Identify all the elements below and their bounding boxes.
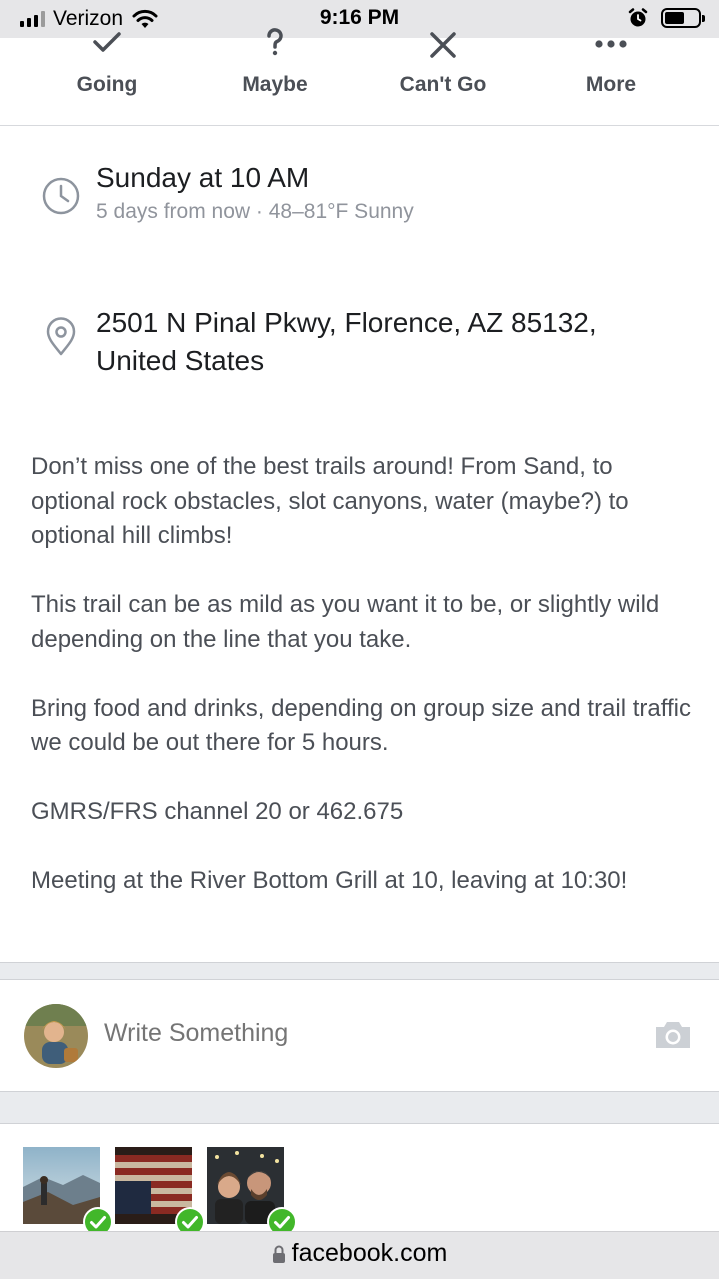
description-paragraph: Meeting at the River Bottom Grill at 10,… xyxy=(31,867,628,894)
map-pin-icon xyxy=(46,317,76,356)
event-address: 2501 N Pinal Pkwy, Florence, AZ 85132, U… xyxy=(96,304,676,380)
event-time-subtitle: 5 days from now · 48–81°F Sunny xyxy=(96,200,414,223)
status-right xyxy=(627,7,705,29)
attendee-thumbnail[interactable] xyxy=(23,1147,113,1237)
attendee-thumbnail[interactable] xyxy=(115,1147,205,1237)
clock-icon xyxy=(42,177,80,215)
more-button[interactable]: More xyxy=(527,38,695,126)
event-time-row[interactable]: Sunday at 10 AM 5 days from now · 48–81°… xyxy=(0,158,719,228)
cant-go-label: Can't Go xyxy=(399,73,487,96)
maybe-label: Maybe xyxy=(242,73,308,96)
cant-go-button[interactable]: Can't Go xyxy=(359,32,527,126)
url-display: facebook.com xyxy=(272,1239,448,1268)
section-divider xyxy=(0,1091,719,1124)
section-divider xyxy=(0,962,719,980)
address-line-2: United States xyxy=(96,345,265,376)
check-icon xyxy=(93,32,121,52)
avatar[interactable] xyxy=(24,1004,88,1068)
question-icon xyxy=(267,28,283,56)
write-something-input[interactable] xyxy=(104,1019,624,1048)
lock-icon xyxy=(272,1245,285,1263)
avatar-photo xyxy=(24,1004,88,1068)
attendee-thumbnail[interactable] xyxy=(207,1147,297,1237)
event-location-row[interactable]: 2501 N Pinal Pkwy, Florence, AZ 85132, U… xyxy=(0,304,719,384)
battery-icon xyxy=(661,8,705,28)
attendee-photo-strip xyxy=(0,1125,719,1237)
description-paragraph: Bring food and drinks, depending on grou… xyxy=(31,694,691,757)
x-icon xyxy=(430,32,456,58)
camera-icon[interactable] xyxy=(653,1019,693,1051)
maybe-button[interactable]: Maybe xyxy=(191,28,359,126)
going-button[interactable]: Going xyxy=(23,32,191,126)
browser-url-bar[interactable]: facebook.com xyxy=(0,1231,719,1279)
address-line-1: 2501 N Pinal Pkwy, Florence, AZ 85132, xyxy=(96,307,597,338)
clock: 9:16 PM xyxy=(319,6,400,29)
more-label: More xyxy=(585,73,637,96)
description-paragraph: GMRS/FRS channel 20 or 462.675 xyxy=(31,798,404,825)
description-paragraph: This trail can be as mild as you want it… xyxy=(31,591,660,653)
ellipsis-icon xyxy=(595,40,627,48)
post-composer xyxy=(0,981,719,1091)
url-domain: facebook.com xyxy=(291,1239,448,1267)
rsvp-action-row: Going Maybe Can't Go More xyxy=(0,28,719,126)
event-time: Sunday at 10 AM xyxy=(96,162,310,193)
alarm-icon xyxy=(628,8,648,27)
going-label: Going xyxy=(76,73,138,96)
event-description: Don’t miss one of the best trails around… xyxy=(31,450,691,933)
description-paragraph: Don’t miss one of the best trails around… xyxy=(31,453,629,549)
